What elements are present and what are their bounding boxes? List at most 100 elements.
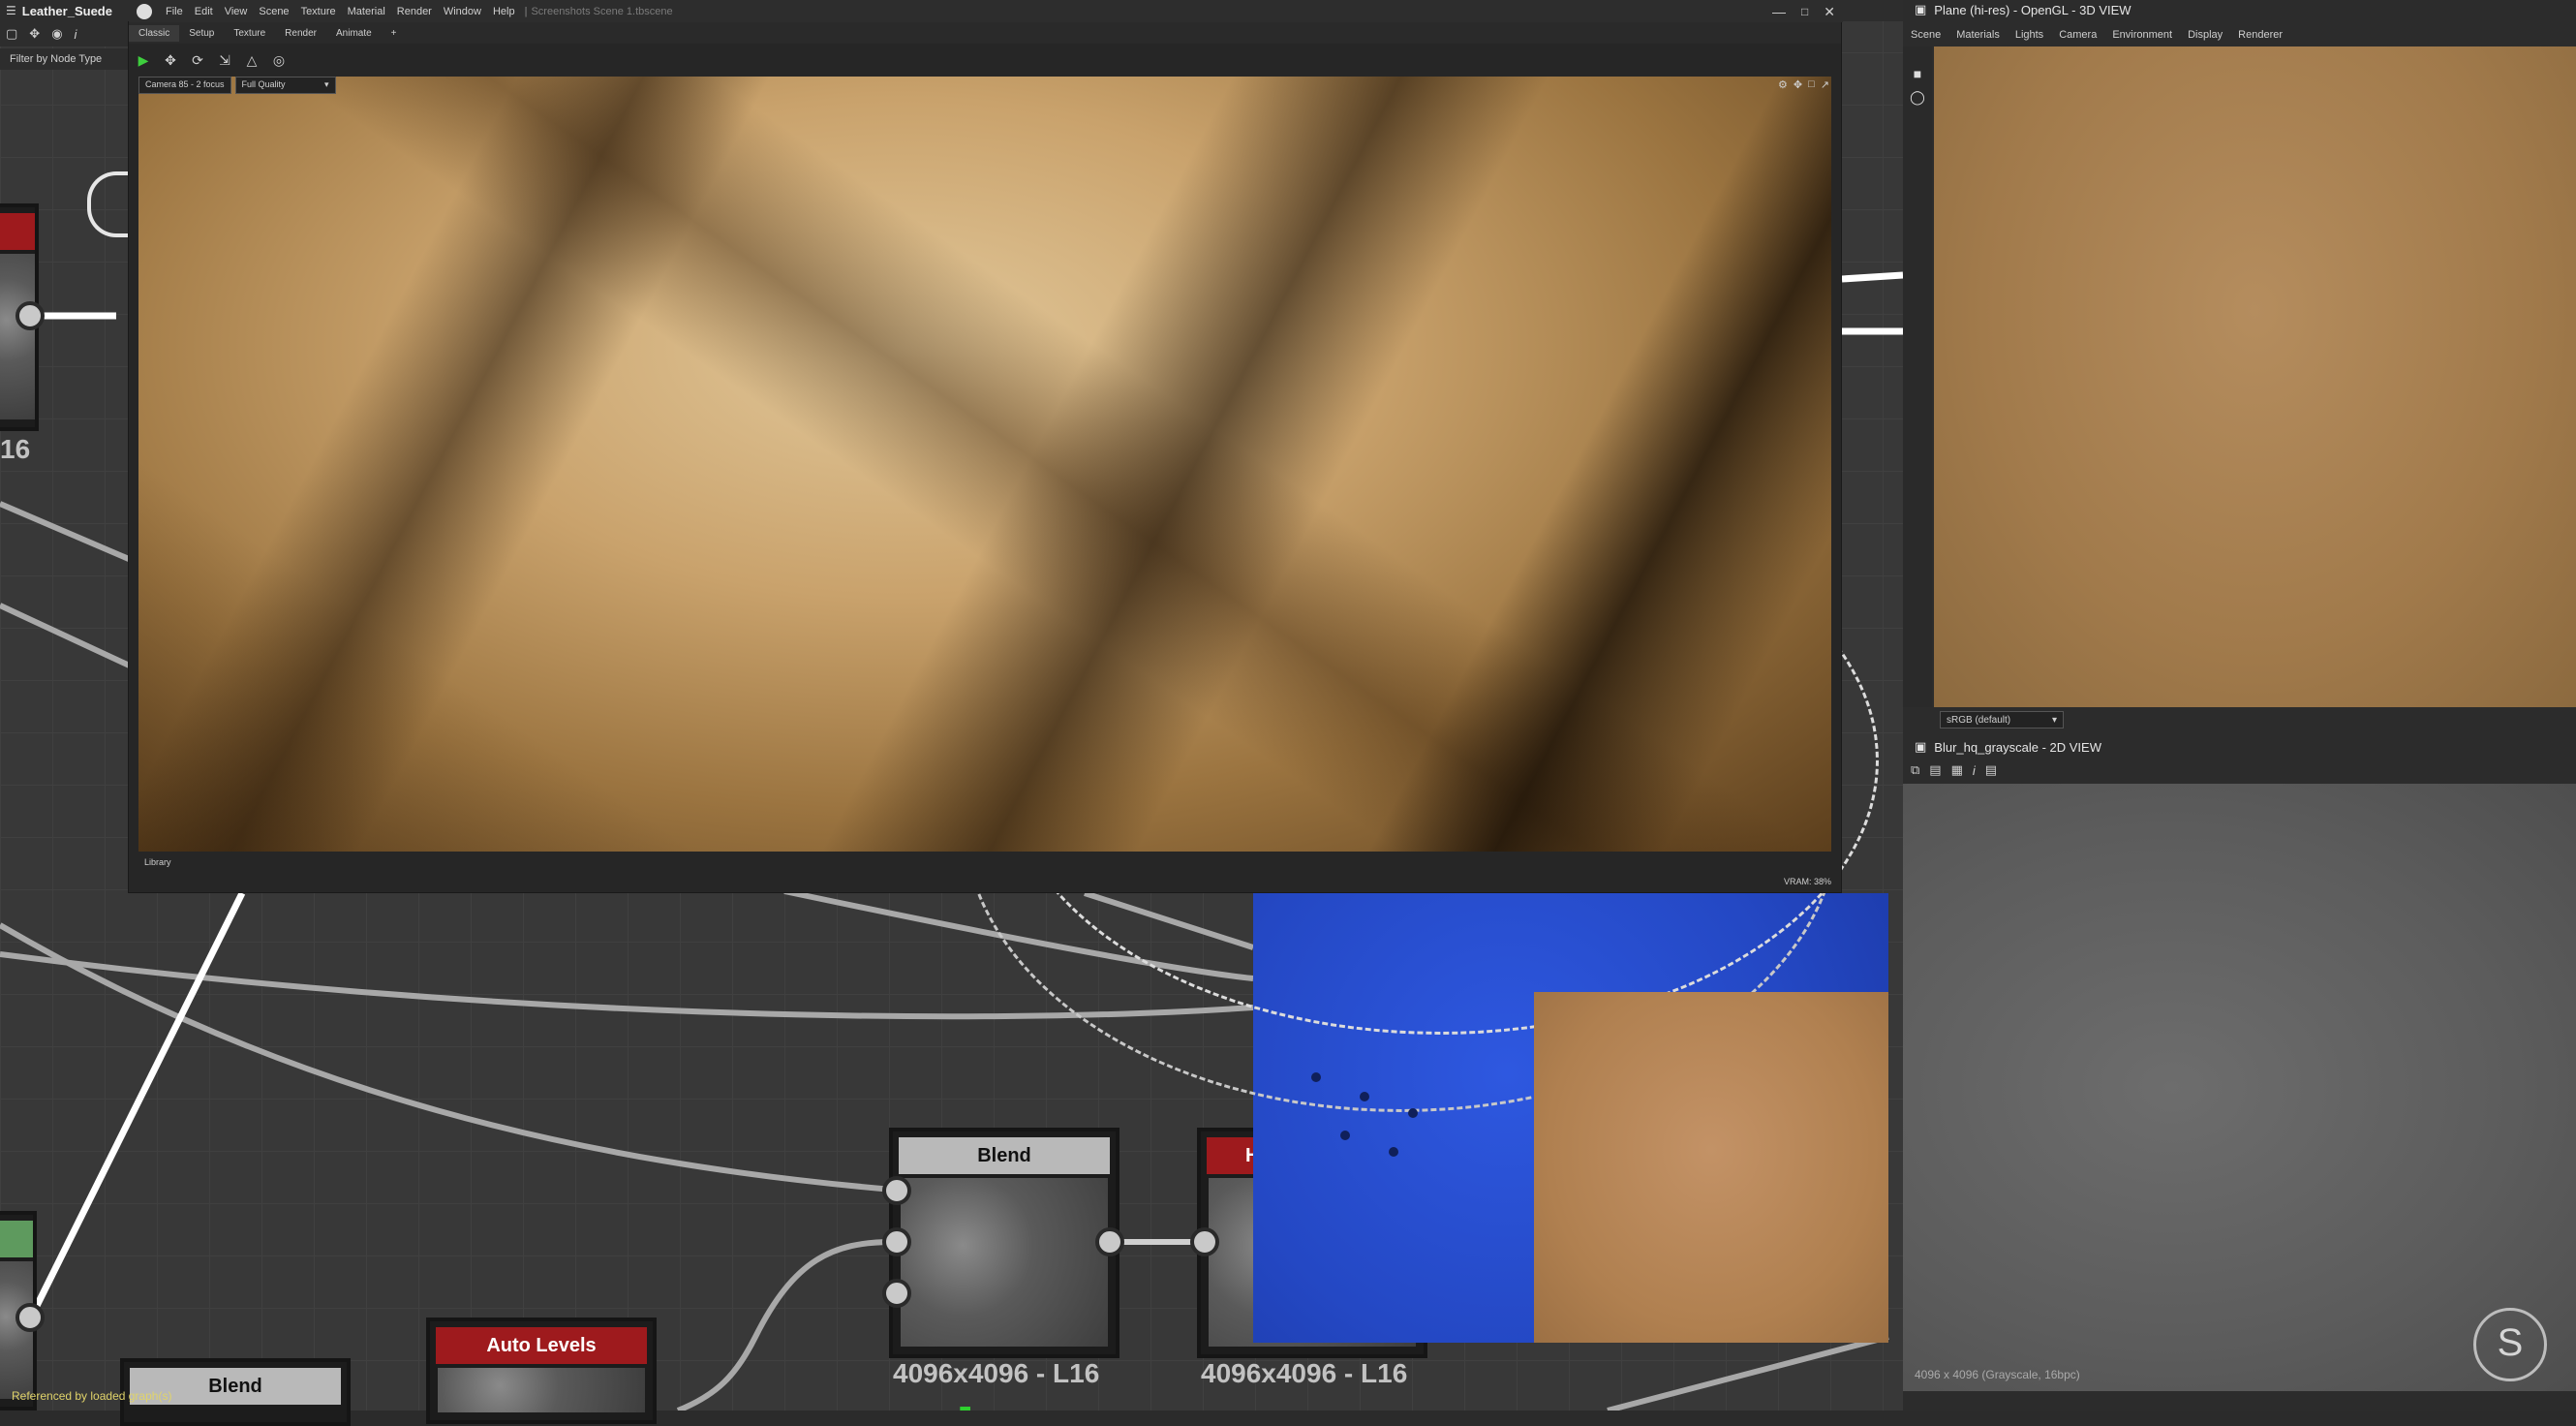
copy-icon[interactable]: ⧉ [1911,762,1919,778]
view2d-titlebar: ▣ Blur_hq_grayscale - 2D VIEW [1903,737,2576,757]
view3d-titlebar: ▣ Plane (hi-res) - OpenGL - 3D VIEW [1903,0,2576,19]
view3d-menu-environment[interactable]: Environment [2112,29,2172,41]
menu-view[interactable]: View [225,6,248,17]
video-camera-icon[interactable]: ■ [1903,66,1932,81]
menu-texture[interactable]: Texture [301,6,336,17]
vram-indicator: VRAM: 38% [1783,877,1831,886]
perforation [1340,1131,1350,1140]
light-tool-icon[interactable]: △ [243,51,261,69]
view2d-image-info: 4096 x 4096 (Grayscale, 16bpc) [1915,1368,2080,1381]
auto-levels-node[interactable]: Auto Levels [426,1318,657,1424]
camera-select[interactable]: Camera 85 - 2 focus [138,77,231,94]
export-icon[interactable]: ▦ [1951,762,1963,778]
tab-add[interactable]: + [382,25,407,42]
node-thumbnail [0,254,35,419]
view3d-menu-camera[interactable]: Camera [2059,29,2097,41]
graph-title: Leather_Suede [21,3,112,18]
blend-node-resolution: 4096x4096 - L16 [893,1358,1100,1388]
light-bulb-icon[interactable]: ◯ [1903,89,1932,106]
menu-edit[interactable]: Edit [195,6,213,17]
output-pin[interactable] [15,1303,45,1332]
move-icon[interactable]: ✥ [1794,78,1802,91]
library-label[interactable]: Library [144,857,171,867]
view3d-menu-materials[interactable]: Materials [1956,29,2000,41]
perforation [1389,1147,1398,1157]
quality-select-label: Full Quality [241,79,286,89]
frame-icon[interactable]: ▢ [6,26,17,42]
output-pin[interactable] [15,301,45,330]
render-toolbar: ▶ ✥ ⟳ ⇲ △ ◎ [129,46,1841,75]
graph-toolbar: ▢ ✥ ◉ i [0,21,128,46]
node-title: Blend [899,1137,1110,1174]
menu-scene[interactable]: Scene [259,6,289,17]
cube-icon: ▣ [1915,2,1927,16]
node-header [0,1221,33,1257]
node-thumbnail [901,1178,1108,1347]
perforation [1408,1108,1418,1118]
scale-tool-icon[interactable]: ⇲ [216,51,233,69]
save-icon[interactable]: ▤ [1929,762,1941,778]
menu-material[interactable]: Material [348,6,385,17]
chevron-down-icon: ▾ [2051,715,2057,726]
move-icon[interactable]: ✥ [29,26,40,42]
view3d-sidebar: ■ ◯ [1903,46,1932,707]
viewport-controls: Camera 85 - 2 focus Full Quality ▾ [138,77,336,94]
view3d-menu-scene[interactable]: Scene [1911,29,1941,41]
camera-icon[interactable]: ◉ [51,26,62,42]
view3d-menu: Scene Materials Lights Camera Environmen… [1903,25,2576,45]
move-tool-icon[interactable]: ✥ [162,51,179,69]
chevron-down-icon: ▾ [324,79,329,89]
menu-help[interactable]: Help [493,6,515,17]
library-bar: Library [138,853,1831,871]
expand-icon[interactable]: ↗ [1821,78,1829,91]
filter-label[interactable]: Filter by Node Type [10,53,102,65]
histogram-icon[interactable]: ▤ [1985,762,1997,778]
input-pin-mask[interactable] [882,1279,911,1308]
view2d-toolbar: ⧉ ▤ ▦ i ▤ [1911,760,1997,780]
input-pin[interactable] [1190,1227,1219,1256]
view2d-panel: ▣ Blur_hq_grayscale - 2D VIEW ⧉ ▤ ▦ i ▤ … [1903,733,2576,1410]
view2d-canvas[interactable] [1903,784,2576,1391]
info-icon[interactable]: i [1973,763,1976,778]
status-text: Referenced by loaded graph(s) [12,1389,172,1403]
gear-icon[interactable]: ⚙ [1778,78,1788,91]
window-icon[interactable]: □ [1808,78,1815,91]
minimize-icon[interactable]: — [1772,4,1786,19]
colorspace-select[interactable]: sRGB (default) ▾ [1940,711,2064,728]
blend-node[interactable]: Blend [889,1128,1119,1358]
info-icon[interactable]: i [75,27,77,42]
input-pin-foreground[interactable] [882,1176,911,1205]
view3d-title: Plane (hi-res) - OpenGL - 3D VIEW [1934,2,2131,17]
view3d-menu-renderer[interactable]: Renderer [2238,29,2283,41]
image-icon: ▣ [1915,739,1927,754]
render-viewport[interactable] [138,77,1831,852]
view3d-menu-lights[interactable]: Lights [2015,29,2043,41]
tab-animate[interactable]: Animate [326,25,382,42]
select-tool-icon[interactable]: ▶ [135,51,152,69]
tab-render[interactable]: Render [275,25,326,42]
globe-tool-icon[interactable]: ◎ [270,51,288,69]
output-pin[interactable] [1095,1227,1124,1256]
colorspace-label: sRGB (default) [1947,715,2011,726]
node-thumbnail [438,1368,645,1412]
tab-classic[interactable]: Classic [129,24,180,42]
node-header [0,213,35,250]
rotate-tool-icon[interactable]: ⟳ [189,51,206,69]
menu-file[interactable]: File [166,6,183,17]
close-icon[interactable]: ✕ [1824,4,1835,20]
tab-texture[interactable]: Texture [224,25,275,42]
menu-window[interactable]: Window [444,6,481,17]
render-tabs: Classic Setup Texture Render Animate + [129,22,1841,44]
menu-render[interactable]: Render [397,6,432,17]
viewport-corner-icons: ⚙ ✥ □ ↗ [1778,78,1829,91]
substance-logo-icon: S [2473,1308,2547,1381]
tab-setup[interactable]: Setup [179,25,224,42]
graph-menu-icon[interactable]: ☰ [6,4,16,17]
quality-select[interactable]: Full Quality ▾ [234,77,336,94]
perforation [1311,1072,1321,1082]
maximize-icon[interactable]: □ [1801,5,1808,18]
input-pin-background[interactable] [882,1227,911,1256]
view3d-canvas[interactable] [1934,46,2576,707]
view3d-menu-display[interactable]: Display [2188,29,2223,41]
filter-bar: Filter by Node Type [0,48,128,70]
